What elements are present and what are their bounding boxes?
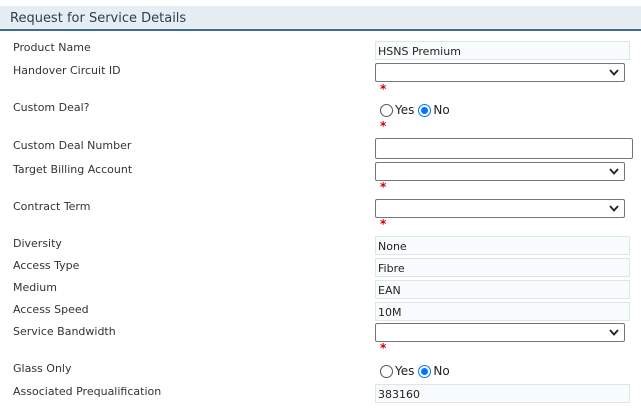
- custom-deal-no-radio[interactable]: [418, 103, 432, 117]
- custom-deal-yes-radio[interactable]: [380, 103, 393, 117]
- custom-deal-no-label[interactable]: No: [433, 103, 449, 117]
- required-marker: *: [380, 180, 387, 194]
- product-name-label: Product Name: [13, 41, 91, 54]
- service-bandwidth-select[interactable]: [375, 323, 625, 342]
- service-bandwidth-label: Service Bandwidth: [13, 325, 116, 338]
- custom-deal-number-label: Custom Deal Number: [13, 139, 132, 152]
- access-type-value: Fibre: [375, 258, 630, 277]
- diversity-label: Diversity: [13, 237, 62, 250]
- glass-only-label: Glass Only: [13, 362, 72, 375]
- panel-title: Request for Service Details: [10, 11, 187, 26]
- chevron-down-icon: [609, 69, 619, 76]
- access-speed-value: 10M: [375, 302, 630, 321]
- associated-prequalification-value: 383160: [375, 384, 630, 403]
- product-name-value: HSNS Premium: [375, 41, 630, 60]
- required-marker: *: [380, 341, 387, 355]
- required-marker: *: [380, 217, 387, 231]
- target-billing-account-select[interactable]: [375, 162, 625, 181]
- custom-deal-radio-group: Yes No: [380, 103, 454, 119]
- medium-label: Medium: [13, 281, 57, 294]
- custom-deal-number-input[interactable]: [375, 138, 633, 159]
- contract-term-label: Contract Term: [13, 200, 91, 213]
- custom-deal-yes-label[interactable]: Yes: [395, 103, 414, 117]
- diversity-value: None: [375, 236, 630, 255]
- custom-deal-label: Custom Deal?: [13, 101, 90, 114]
- required-marker: *: [380, 82, 387, 96]
- handover-circuit-id-label: Handover Circuit ID: [13, 64, 121, 77]
- target-billing-account-label: Target Billing Account: [13, 163, 133, 176]
- medium-value: EAN: [375, 280, 630, 299]
- glass-only-yes-radio[interactable]: [380, 364, 393, 378]
- chevron-down-icon: [609, 168, 619, 175]
- glass-only-no-radio[interactable]: [418, 364, 432, 378]
- chevron-down-icon: [609, 205, 619, 212]
- contract-term-select[interactable]: [375, 199, 625, 218]
- access-speed-label: Access Speed: [13, 303, 89, 316]
- handover-circuit-id-select[interactable]: [375, 63, 625, 82]
- glass-only-radio-group: Yes No: [380, 364, 454, 380]
- access-type-label: Access Type: [13, 259, 80, 272]
- chevron-down-icon: [609, 329, 619, 336]
- required-marker: *: [380, 119, 387, 133]
- glass-only-yes-label[interactable]: Yes: [395, 364, 414, 378]
- associated-prequalification-label: Associated Prequalification: [13, 385, 162, 398]
- glass-only-no-label[interactable]: No: [433, 364, 449, 378]
- panel-header: Request for Service Details: [0, 6, 641, 31]
